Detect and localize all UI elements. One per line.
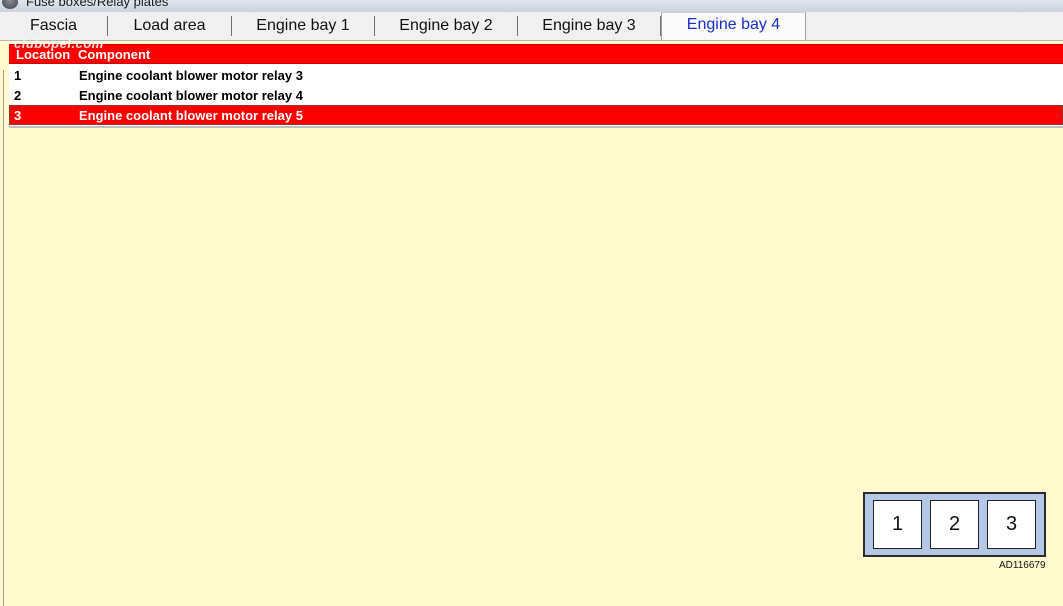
tab-engine-bay-2[interactable]: Engine bay 2 bbox=[375, 16, 518, 36]
tab-load-area[interactable]: Load area bbox=[108, 16, 232, 36]
column-header-component[interactable]: Component bbox=[78, 47, 150, 62]
tab-fascia[interactable]: Fascia bbox=[0, 16, 108, 36]
location-cell: 2 bbox=[14, 88, 22, 103]
component-cell: Engine coolant blower motor relay 5 bbox=[79, 108, 303, 123]
table-row-selected[interactable]: 3 Engine coolant blower motor relay 5 bbox=[9, 105, 1063, 125]
tab-bar: Fascia Load area Engine bay 1 Engine bay… bbox=[0, 12, 1063, 41]
relay-plate-diagram: 1 2 3 bbox=[863, 492, 1046, 557]
location-cell: 3 bbox=[14, 108, 22, 123]
relay-slot-1[interactable]: 1 bbox=[873, 500, 922, 549]
figure-id: AD116679 bbox=[999, 560, 1046, 571]
tab-engine-bay-4[interactable]: Engine bay 4 bbox=[661, 12, 806, 40]
table-row[interactable]: 2 Engine coolant blower motor relay 4 bbox=[9, 85, 1063, 105]
component-cell: Engine coolant blower motor relay 4 bbox=[79, 88, 303, 103]
relay-slot-2[interactable]: 2 bbox=[930, 500, 979, 549]
relay-slot-3[interactable]: 3 bbox=[987, 500, 1036, 549]
column-header-location[interactable]: Location bbox=[16, 47, 70, 62]
component-cell: Engine coolant blower motor relay 3 bbox=[79, 68, 303, 83]
tab-engine-bay-1[interactable]: Engine bay 1 bbox=[232, 16, 375, 36]
component-table: Location Component 1 Engine coolant blow… bbox=[9, 44, 1063, 128]
location-cell: 1 bbox=[14, 68, 22, 83]
gear-icon bbox=[2, 0, 18, 9]
table-header: Location Component bbox=[9, 44, 1063, 64]
tab-engine-bay-3[interactable]: Engine bay 3 bbox=[518, 16, 661, 36]
title-bar: Fuse boxes/Relay plates bbox=[0, 0, 1063, 12]
panel-border bbox=[3, 70, 4, 606]
table-row[interactable]: 1 Engine coolant blower motor relay 3 bbox=[9, 65, 1063, 85]
window-title: Fuse boxes/Relay plates bbox=[26, 0, 169, 9]
